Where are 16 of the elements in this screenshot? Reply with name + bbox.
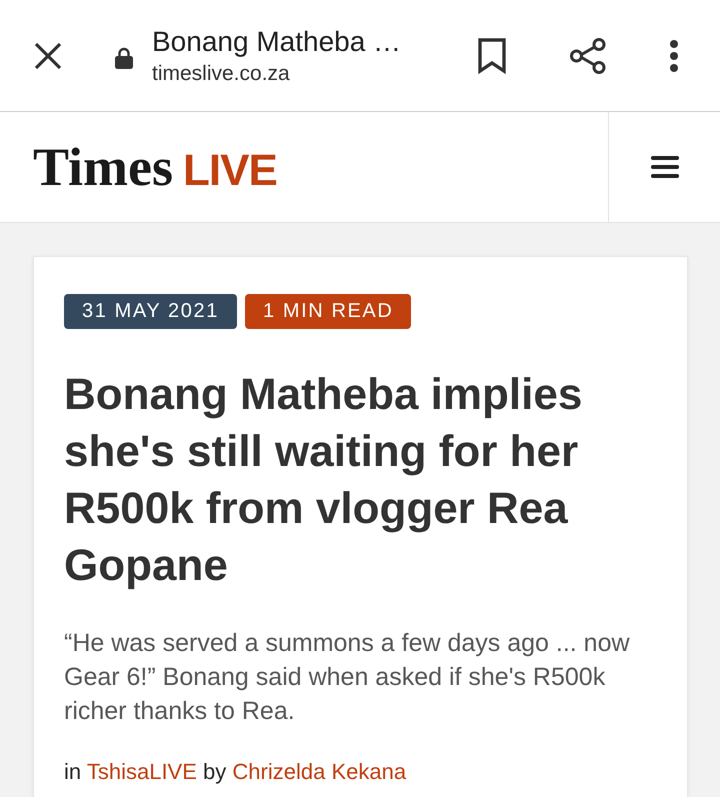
page-title: Bonang Matheba … (152, 24, 402, 58)
more-options-icon[interactable] (670, 40, 678, 72)
bookmark-icon[interactable] (478, 38, 506, 74)
share-icon[interactable] (570, 38, 606, 74)
close-icon[interactable] (34, 42, 62, 70)
site-logo[interactable]: Times LIVE (33, 140, 277, 194)
section-link[interactable]: TshisaLIVE (86, 759, 197, 784)
menu-icon[interactable] (650, 156, 678, 178)
page-url[interactable]: timeslive.co.za (152, 60, 478, 86)
byline: in TshisaLIVE by Chrizelda Kekana (64, 758, 408, 786)
article-summary: “He was served a summons a few days ago ... now Gear 6!” Bonang said when asked if she's R500k richer thanks to Rea. (64, 628, 631, 727)
lock-icon (115, 46, 133, 68)
article-headline[interactable]: Bonang Matheba implies she's still waiting for her R500k from vlogger Rea Gopane (64, 366, 656, 594)
read-time-badge: 1 MIN READ (244, 294, 412, 329)
author-link[interactable]: Chrizelda Kekana (232, 759, 406, 784)
date-badge: 31 MAY 2021 (64, 294, 237, 329)
